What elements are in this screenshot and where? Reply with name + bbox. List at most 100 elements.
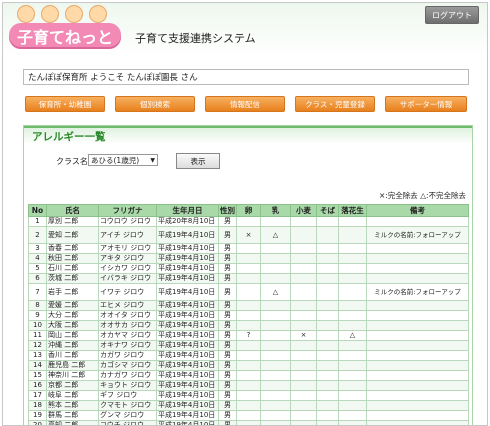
table-cell	[338, 320, 367, 331]
table-cell	[316, 283, 339, 301]
table-cell: 男	[218, 370, 237, 381]
table-row: 20 高知 二郎 コウチ ジロウ 平成19年4月10日男	[28, 420, 469, 425]
table-cell: 平成19年4月10日	[156, 330, 219, 341]
table-cell	[316, 390, 339, 401]
table-cell: 神奈川 二郎	[46, 370, 99, 381]
table-cell	[338, 380, 367, 391]
table-cell: オキナワ ジロウ	[98, 340, 157, 351]
table-cell: エヒメ ジロウ	[98, 300, 157, 311]
table-cell	[236, 283, 261, 301]
nav-nursery-kindergarten[interactable]: 保育所・幼稚園	[25, 96, 105, 112]
table-cell: 平成20年8月10日	[156, 216, 219, 227]
show-button[interactable]: 表示	[176, 153, 220, 169]
logout-button[interactable]: ログアウト	[425, 6, 479, 24]
table-cell: オオサカ ジロウ	[98, 320, 157, 331]
table-row: 14 鹿児島 二郎 カゴシマ ジロウ 平成19年4月10日男	[28, 360, 469, 371]
table-row: 11 岡山 二郎 オカヤマ ジロウ 平成19年4月10日男? × △	[28, 330, 469, 341]
table-cell	[260, 340, 291, 351]
table-cell	[316, 253, 339, 264]
table-cell	[338, 370, 367, 381]
table-cell	[316, 360, 339, 371]
table-cell	[236, 320, 261, 331]
table-cell: 男	[218, 283, 237, 301]
table-cell: 9	[28, 310, 47, 321]
table-cell: 12	[28, 340, 47, 351]
table-cell	[316, 370, 339, 381]
table-cell	[316, 216, 339, 227]
table-cell	[290, 226, 317, 244]
table-cell	[316, 380, 339, 391]
allergy-legend: ×:完全除去 △:不完全除去	[379, 191, 466, 200]
table-cell: 平成19年4月10日	[156, 350, 219, 361]
table-cell	[366, 310, 469, 321]
table-cell	[260, 390, 291, 401]
nav-class-child-register[interactable]: クラス・児童登録	[295, 96, 375, 112]
child-face-icon	[41, 5, 59, 23]
table-cell: 平成19年4月10日	[156, 360, 219, 371]
table-cell	[338, 300, 367, 311]
nav-individual-search[interactable]: 個別検索	[115, 96, 195, 112]
table-cell	[236, 350, 261, 361]
table-cell	[366, 380, 469, 391]
table-cell: 石川 二郎	[46, 263, 99, 274]
table-cell	[338, 263, 367, 274]
table-cell: コウロウ ジロウ	[98, 216, 157, 227]
table-cell: 男	[218, 310, 237, 321]
table-cell: アオモリ ジロウ	[98, 243, 157, 254]
table-cell	[316, 320, 339, 331]
table-cell: クマモト ジロウ	[98, 400, 157, 411]
table-cell	[338, 410, 367, 421]
table-row: 6 茨城 二郎 イバラキ ジロウ 平成19年4月10日男	[28, 273, 469, 284]
table-cell	[338, 390, 367, 401]
table-cell: 1	[28, 216, 47, 227]
table-cell	[236, 310, 261, 321]
table-cell	[366, 410, 469, 421]
table-cell: 8	[28, 300, 47, 311]
table-cell	[316, 300, 339, 311]
column-header: No	[28, 204, 47, 217]
table-row: 10 大阪 二郎 オオサカ ジロウ 平成19年4月10日男	[28, 320, 469, 331]
table-cell	[366, 360, 469, 371]
table-cell: △	[260, 283, 291, 301]
table-cell	[290, 263, 317, 274]
table-cell	[260, 216, 291, 227]
table-cell	[260, 300, 291, 311]
table-cell: 平成19年4月10日	[156, 310, 219, 321]
table-cell: 平成19年4月10日	[156, 340, 219, 351]
table-cell: 2	[28, 226, 47, 244]
table-cell	[316, 243, 339, 254]
column-header: 乳	[260, 204, 291, 217]
column-header: 性別	[218, 204, 237, 217]
table-cell: ミルクの名前:フォローアップ	[366, 226, 469, 244]
table-cell	[290, 410, 317, 421]
table-row: 16 京都 二郎 キョウト ジロウ 平成19年4月10日男	[28, 380, 469, 391]
table-cell: 15	[28, 370, 47, 381]
system-title: 子育て支援連携システム	[135, 32, 256, 45]
table-cell: 岐阜 二郎	[46, 390, 99, 401]
dropdown-arrow-icon: ▼	[150, 157, 155, 164]
table-cell	[236, 400, 261, 411]
table-row: 18 熊本 二郎 クマモト ジロウ 平成19年4月10日男	[28, 400, 469, 411]
table-cell: 茨城 二郎	[46, 273, 99, 284]
class-select[interactable]: あひる(1歳児) ▼	[88, 154, 158, 166]
table-cell: 岡山 二郎	[46, 330, 99, 341]
table-cell: 岩手 二郎	[46, 283, 99, 301]
logo[interactable]: 子育てねっと	[9, 23, 121, 49]
table-cell	[366, 320, 469, 331]
table-cell	[316, 340, 339, 351]
table-cell: 男	[218, 320, 237, 331]
column-header: 生年月日	[156, 204, 219, 217]
table-cell: 19	[28, 410, 47, 421]
table-cell	[260, 320, 291, 331]
table-cell	[290, 420, 317, 425]
table-cell	[260, 243, 291, 254]
table-cell	[338, 273, 367, 284]
table-cell: 平成19年4月10日	[156, 400, 219, 411]
table-cell	[316, 350, 339, 361]
nav-supporter-info[interactable]: サポーター情報	[385, 96, 467, 112]
table-cell	[290, 253, 317, 264]
table-cell: 平成19年4月10日	[156, 263, 219, 274]
nav-info-delivery[interactable]: 情報配信	[205, 96, 285, 112]
table-cell: 6	[28, 273, 47, 284]
table-cell	[236, 243, 261, 254]
